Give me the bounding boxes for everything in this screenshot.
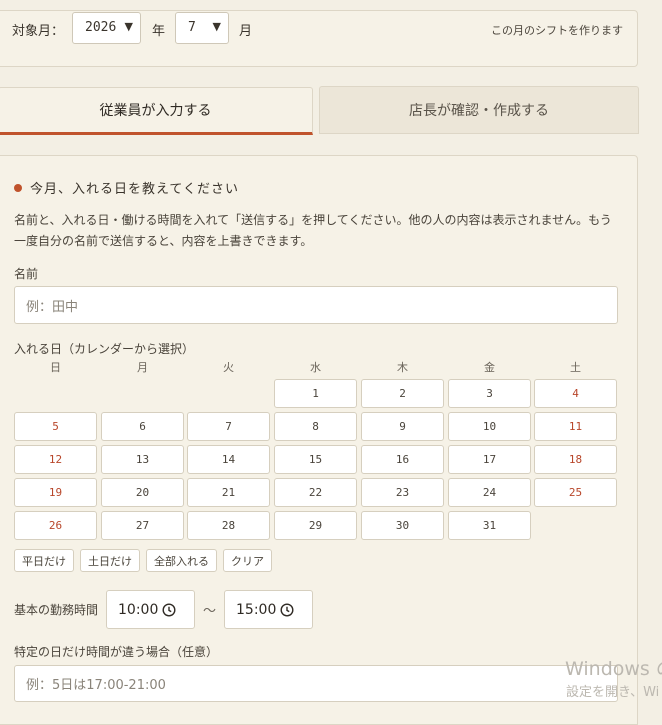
calendar-day[interactable]: 23	[361, 478, 444, 507]
time-separator: 〜	[203, 604, 217, 619]
weekday-header: 日	[50, 361, 61, 374]
calendar-day[interactable]: 9	[361, 412, 444, 441]
calendar-day[interactable]: 15	[274, 445, 357, 474]
month-select[interactable]: 7 ▼	[175, 12, 229, 44]
calendar-day[interactable]: 12	[14, 445, 97, 474]
year-select[interactable]: 2026 ▼	[72, 12, 141, 44]
calendar-day[interactable]: 20	[101, 478, 184, 507]
weekday-header: 火	[223, 361, 234, 374]
special-hours-input[interactable]: 例：5日は17:00-21:00	[14, 665, 618, 702]
tab-employee-input[interactable]: 従業員が入力する	[0, 87, 313, 135]
calendar-day[interactable]: 11	[534, 412, 617, 441]
tab-label: 店長が確認・作成する	[409, 103, 549, 119]
weekdays-only-button[interactable]: 平日だけ	[14, 549, 74, 572]
calendar-day[interactable]: 21	[187, 478, 270, 507]
clear-button[interactable]: クリア	[223, 549, 272, 572]
clock-icon[interactable]	[162, 603, 176, 617]
chevron-down-icon: ▼	[212, 20, 221, 33]
calendar-day[interactable]: 1	[274, 379, 357, 408]
calendar-day[interactable]: 4	[534, 379, 617, 408]
clock-icon[interactable]	[280, 603, 294, 617]
bullet-dot-icon	[14, 183, 22, 192]
days-label: 入れる日（カレンダーから選択）	[14, 342, 195, 356]
calendar-day[interactable]: 14	[187, 445, 270, 474]
year-unit: 年	[152, 24, 166, 39]
special-hours-placeholder: 例：5日は17:00-21:00	[26, 678, 166, 693]
start-time-input[interactable]: 10:00	[106, 590, 195, 629]
calendar-day[interactable]: 17	[448, 445, 531, 474]
calendar-day[interactable]: 18	[534, 445, 617, 474]
calendar-day[interactable]: 28	[187, 511, 270, 540]
name-placeholder: 例：田中	[26, 299, 79, 315]
section-title: 今月、入れる日を教えてください	[14, 178, 239, 197]
weekends-only-button[interactable]: 土日だけ	[80, 549, 140, 572]
month-value: 7	[188, 20, 196, 35]
target-month-label: 対象月：	[12, 24, 65, 39]
weekday-header: 金	[484, 361, 495, 374]
start-time-value: 10:00	[118, 602, 159, 618]
calendar-day[interactable]: 3	[448, 379, 531, 408]
calendar-day[interactable]: 22	[274, 478, 357, 507]
name-input[interactable]: 例：田中	[14, 286, 618, 324]
end-time-value: 15:00	[236, 602, 277, 618]
calendar-day[interactable]: 26	[14, 511, 97, 540]
calendar-day[interactable]: 27	[101, 511, 184, 540]
scrollbar[interactable]	[645, 0, 662, 713]
end-time-input[interactable]: 15:00	[224, 590, 313, 629]
calendar-day[interactable]: 7	[187, 412, 270, 441]
calendar-day[interactable]: 2	[361, 379, 444, 408]
tab-label: 従業員が入力する	[99, 103, 212, 119]
windows-watermark-sub: 設定を開き、Wi	[566, 685, 660, 700]
weekday-header: 土	[570, 361, 581, 374]
calendar-day[interactable]: 6	[101, 412, 184, 441]
calendar-day[interactable]: 19	[14, 478, 97, 507]
tab-manager-create[interactable]: 店長が確認・作成する	[319, 86, 639, 134]
section-title-text: 今月、入れる日を教えてください	[30, 182, 239, 197]
calendar-day[interactable]: 25	[534, 478, 617, 507]
work-time-label: 基本の勤務時間	[14, 603, 99, 617]
weekday-header: 水	[310, 361, 321, 374]
month-unit: 月	[239, 24, 253, 39]
weekday-header: 月	[137, 361, 148, 374]
calendar-day[interactable]: 16	[361, 445, 444, 474]
calendar-day[interactable]: 30	[361, 511, 444, 540]
calendar-day[interactable]: 8	[274, 412, 357, 441]
instructions: 名前と、入れる日・働ける時間を入れて「送信する」を押してください。他の人の内容は…	[14, 213, 612, 248]
calendar-day[interactable]: 31	[448, 511, 531, 540]
year-value: 2026	[85, 20, 117, 35]
special-hours-label: 特定の日だけ時間が違う場合（任意）	[14, 645, 219, 659]
calendar-day[interactable]: 24	[448, 478, 531, 507]
select-all-button[interactable]: 全部入れる	[146, 549, 217, 572]
weekday-header: 木	[397, 361, 408, 374]
calendar-day[interactable]: 10	[448, 412, 531, 441]
calendar-day[interactable]: 29	[274, 511, 357, 540]
windows-watermark: Windows の	[565, 658, 662, 680]
chevron-down-icon: ▼	[124, 20, 133, 33]
name-label: 名前	[14, 267, 39, 281]
calendar-day[interactable]: 5	[14, 412, 97, 441]
month-hint: この月のシフトを作ります	[491, 24, 623, 37]
calendar-day[interactable]: 13	[101, 445, 184, 474]
